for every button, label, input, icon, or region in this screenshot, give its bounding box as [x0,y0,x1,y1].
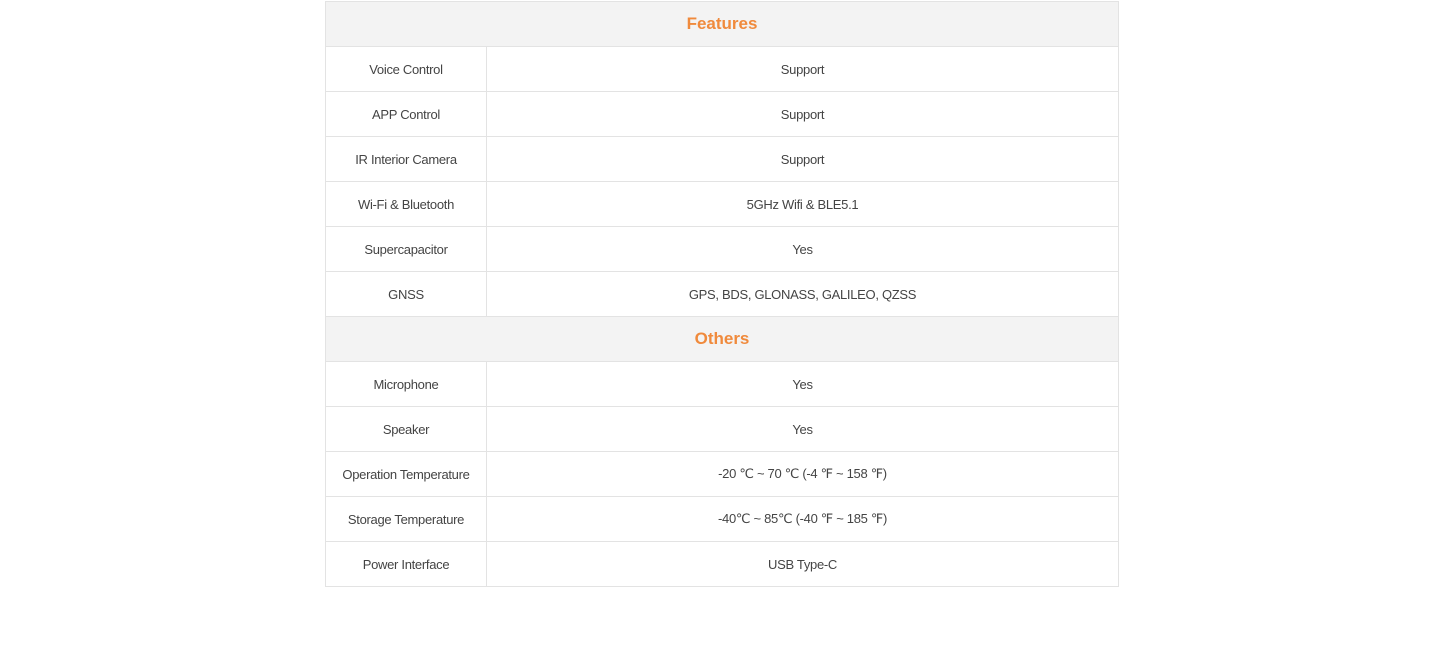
spec-value: Yes [486,226,1119,272]
spec-value: Support [486,91,1119,137]
section-title: Others [325,316,1119,362]
spec-value: Yes [486,406,1119,452]
spec-value: -40℃ ~ 85℃ (-40 ℉ ~ 185 ℉) [486,496,1119,542]
spec-value: Support [486,46,1119,92]
table-row: Power Interface USB Type-C [325,541,1119,587]
table-row: Storage Temperature -40℃ ~ 85℃ (-40 ℉ ~ … [325,496,1119,542]
table-row: APP Control Support [325,91,1119,137]
spec-value: -20 ℃ ~ 70 ℃ (-4 ℉ ~ 158 ℉) [486,451,1119,497]
spec-value: 5GHz Wifi & BLE5.1 [486,181,1119,227]
spec-label: Microphone [325,361,487,407]
spec-value: GPS, BDS, GLONASS, GALILEO, QZSS [486,271,1119,317]
spec-value: Yes [486,361,1119,407]
table-row: GNSS GPS, BDS, GLONASS, GALILEO, QZSS [325,271,1119,317]
spec-label: Storage Temperature [325,496,487,542]
table-row: Operation Temperature -20 ℃ ~ 70 ℃ (-4 ℉… [325,451,1119,497]
table-row: Speaker Yes [325,406,1119,452]
spec-table: Features Voice Control Support APP Contr… [325,1,1119,587]
spec-label: Voice Control [325,46,487,92]
section-header-features: Features [325,1,1119,47]
spec-label: IR Interior Camera [325,136,487,182]
spec-label: Wi-Fi & Bluetooth [325,181,487,227]
table-row: Supercapacitor Yes [325,226,1119,272]
spec-label: Speaker [325,406,487,452]
spec-value: USB Type-C [486,541,1119,587]
spec-value: Support [486,136,1119,182]
section-title: Features [325,1,1119,47]
spec-label: Operation Temperature [325,451,487,497]
table-row: Wi-Fi & Bluetooth 5GHz Wifi & BLE5.1 [325,181,1119,227]
spec-label: Power Interface [325,541,487,587]
table-row: Voice Control Support [325,46,1119,92]
table-row: IR Interior Camera Support [325,136,1119,182]
table-row: Microphone Yes [325,361,1119,407]
spec-label: GNSS [325,271,487,317]
section-header-others: Others [325,316,1119,362]
spec-label: APP Control [325,91,487,137]
spec-label: Supercapacitor [325,226,487,272]
